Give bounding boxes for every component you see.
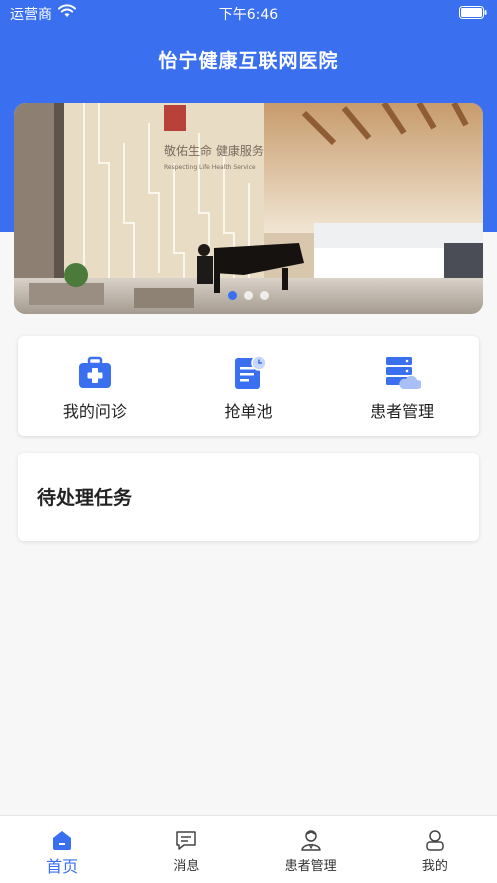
- my-consultations-button[interactable]: 我的问诊: [18, 336, 172, 436]
- quick-action-label: 患者管理: [370, 402, 435, 421]
- pending-tasks-title: 待处理任务: [37, 487, 133, 509]
- server-cloud-icon: [386, 357, 422, 389]
- tab-mine[interactable]: 我的: [373, 816, 497, 883]
- user-icon: [426, 830, 444, 851]
- patient-management-button[interactable]: 患者管理: [325, 336, 479, 436]
- status-bar: 运营商 下午6:46: [0, 0, 497, 26]
- tab-home[interactable]: 首页: [0, 816, 124, 883]
- carousel-dot[interactable]: [244, 291, 253, 300]
- status-time: 下午6:46: [218, 7, 279, 23]
- quick-action-label: 我的问诊: [62, 402, 127, 421]
- quick-actions-card: 我的问诊 抢单池 患者管理: [18, 336, 479, 436]
- home-icon: [53, 831, 72, 850]
- banner-sign-subtext: Respecting Life Health Service: [164, 164, 256, 171]
- clipboard-clock-icon: [234, 355, 267, 389]
- tab-messages[interactable]: 消息: [124, 816, 248, 883]
- doctor-icon: [300, 830, 321, 851]
- banner-carousel[interactable]: 敬佑生命 健康服务 Respecting Life Health Service: [14, 103, 483, 314]
- carousel-dot[interactable]: [260, 291, 269, 300]
- page-title: 怡宁健康互联网医院: [158, 50, 339, 72]
- medical-kit-icon: [78, 356, 111, 388]
- banner-sign-text: 敬佑生命 健康服务: [164, 143, 264, 158]
- carousel-indicator: [14, 291, 483, 300]
- carousel-dot[interactable]: [228, 291, 237, 300]
- message-icon: [176, 831, 197, 850]
- pending-tasks-card: 待处理任务: [18, 453, 479, 541]
- order-pool-button[interactable]: 抢单池: [172, 336, 326, 436]
- tab-patient-management[interactable]: 患者管理: [249, 816, 373, 883]
- quick-action-label: 抢单池: [224, 402, 273, 421]
- battery-icon: [459, 6, 487, 19]
- hospital-lobby-image: 敬佑生命 健康服务 Respecting Life Health Service: [14, 103, 483, 314]
- tab-label: 消息: [173, 859, 200, 874]
- tab-label: 我的: [421, 859, 448, 874]
- tab-label: 首页: [46, 857, 79, 876]
- tab-bar: 首页 消息 患者管理 我的: [0, 815, 497, 883]
- tab-label: 患者管理: [284, 859, 337, 874]
